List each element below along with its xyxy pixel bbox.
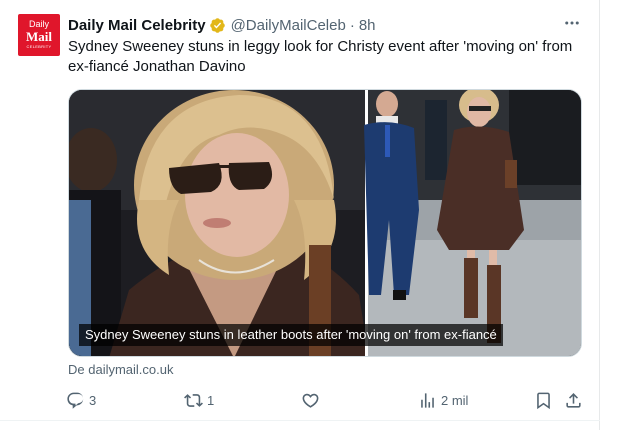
repost-button[interactable]: 1 (184, 389, 214, 411)
avatar[interactable]: Daily Mail CELEBRITY (18, 14, 60, 56)
bottom-divider (0, 420, 600, 421)
repost-count: 1 (207, 392, 215, 408)
media-image[interactable]: Sydney Sweeney stuns in leather boots af… (68, 89, 582, 357)
bookmark-button[interactable] (534, 389, 553, 411)
source-link[interactable]: De dailymail.co.uk (68, 362, 174, 377)
share-icon (566, 392, 581, 408)
views-icon (421, 392, 434, 408)
display-name[interactable]: Daily Mail Celebrity (68, 17, 206, 34)
avatar-logo-line3: CELEBRITY (26, 43, 52, 49)
like-icon (302, 393, 319, 408)
timestamp[interactable]: 8h (359, 17, 376, 34)
media-caption: Sydney Sweeney stuns in leather boots af… (79, 324, 503, 346)
separator-dot: · (349, 16, 355, 34)
user-handle[interactable]: @DailyMailCeleb (231, 17, 346, 34)
share-button[interactable] (564, 389, 583, 411)
reply-count: 3 (89, 392, 97, 408)
views-button[interactable]: 2 mil (418, 389, 468, 411)
tweet-card[interactable]: Daily Mail CELEBRITY Daily Mail Celebrit… (0, 0, 600, 430)
tweet-text: Sydney Sweeney stuns in leggy look for C… (68, 38, 573, 75)
avatar-logo-line2: Mail (26, 28, 52, 44)
like-button[interactable] (301, 389, 324, 411)
avatar-logo-line1: Daily (28, 18, 49, 29)
repost-icon (184, 393, 203, 407)
photo-illustration (69, 90, 581, 356)
reply-icon (67, 392, 84, 409)
bookmark-icon (537, 392, 550, 409)
views-count: 2 mil (441, 392, 469, 408)
action-bar: 3 1 2 mil (66, 389, 590, 411)
reply-button[interactable]: 3 (66, 389, 96, 411)
verified-badge-icon[interactable] (209, 17, 226, 34)
more-icon[interactable] (560, 13, 584, 33)
tweet-header: Daily Mail Celebrity @DailyMailCeleb · 8… (68, 15, 376, 35)
